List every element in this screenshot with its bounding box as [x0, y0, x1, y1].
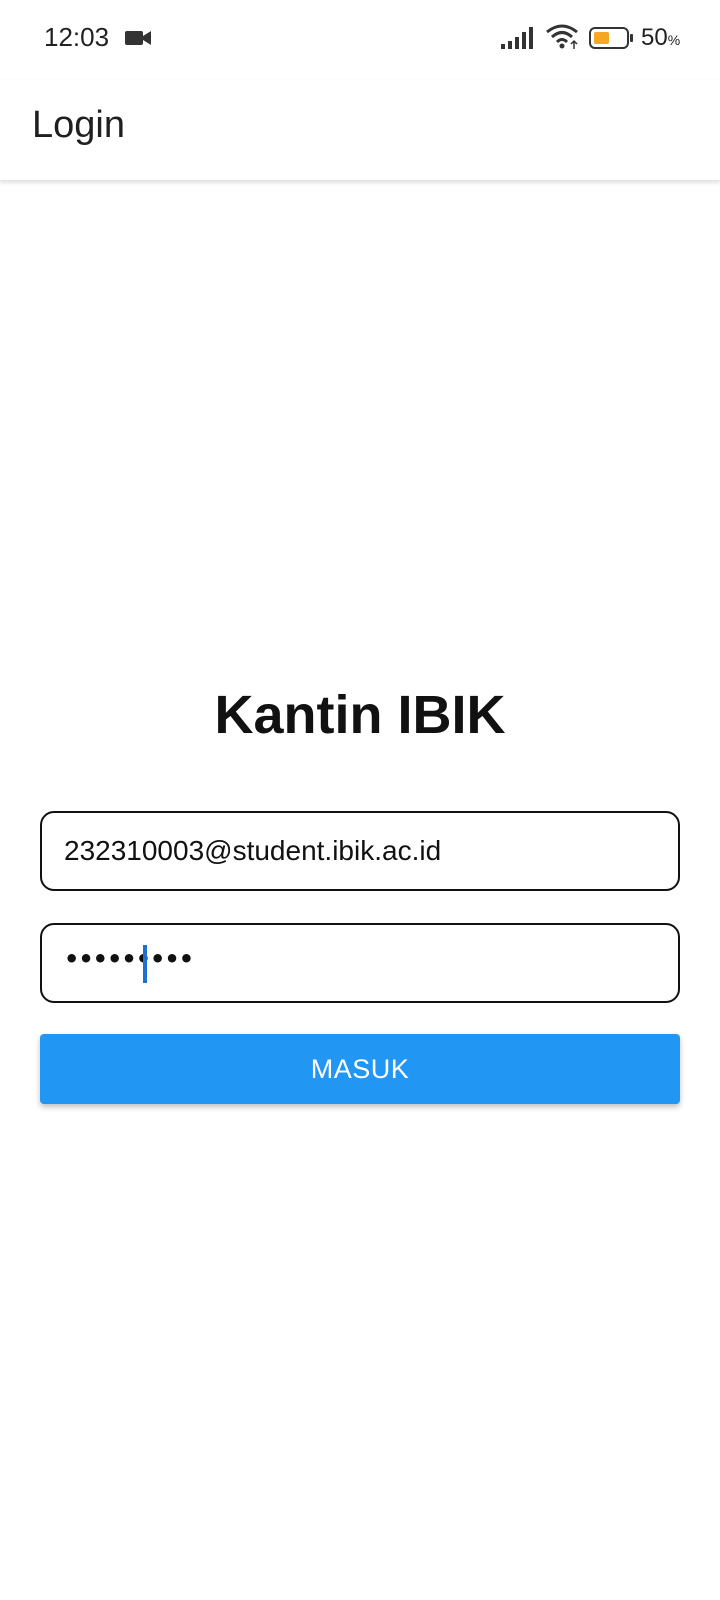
login-button[interactable]: MASUK	[40, 1034, 680, 1104]
status-bar: 12:03 50%	[0, 0, 720, 80]
page-title: Login	[32, 104, 125, 146]
status-time: 12:03	[44, 22, 110, 52]
password-field-value: •••••••••	[64, 945, 194, 973]
battery-percent: 50%	[641, 24, 681, 51]
password-field[interactable]: •••••••••	[40, 923, 680, 1003]
app-bar: Login	[0, 80, 720, 181]
email-field[interactable]: 232310003@student.ibik.ac.id	[40, 811, 680, 891]
login-button-label: MASUK	[310, 1053, 410, 1084]
video-camera-icon	[125, 31, 151, 45]
email-field-value: 232310003@student.ibik.ac.id	[64, 835, 442, 866]
login-screen: 12:03 50% Login Kantin IBIK 232310003@st…	[0, 0, 720, 1600]
app-name-heading: Kantin IBIK	[214, 685, 506, 745]
wifi-icon	[546, 24, 578, 49]
text-cursor	[143, 945, 147, 983]
battery-icon	[589, 27, 633, 49]
signal-icon	[501, 27, 533, 49]
